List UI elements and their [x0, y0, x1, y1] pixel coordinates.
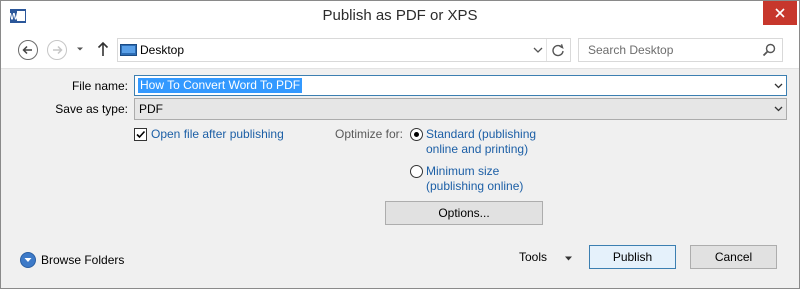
file-name-label: File name: [71, 79, 128, 93]
publish-button[interactable]: Publish [589, 245, 676, 269]
standard-radio-label[interactable]: Standard (publishing online and printing… [426, 127, 536, 157]
file-name-value: How To Convert Word To PDF [138, 78, 303, 93]
recent-locations-chevron-icon[interactable] [75, 44, 85, 54]
minimum-label-line1: Minimum size [426, 164, 500, 178]
save-type-label: Save as type: [55, 102, 128, 116]
search-placeholder: Search Desktop [588, 43, 674, 57]
tools-chevron-down-icon [565, 256, 572, 261]
forward-arrow-icon[interactable] [46, 39, 68, 61]
address-divider [546, 39, 547, 61]
search-box[interactable]: Search Desktop [578, 38, 783, 62]
save-type-value: PDF [139, 102, 163, 116]
cancel-button[interactable]: Cancel [690, 245, 777, 269]
search-icon[interactable] [762, 43, 776, 57]
up-arrow-icon[interactable] [95, 40, 111, 58]
browse-folders-label: Browse Folders [41, 253, 125, 267]
window-title: Publish as PDF or XPS [322, 7, 478, 24]
minimum-size-radio-label[interactable]: Minimum size (publishing online) [426, 164, 523, 194]
minimum-label-line2: (publishing online) [426, 179, 524, 193]
expand-chevron-icon [20, 252, 36, 268]
save-type-select[interactable]: PDF [134, 98, 787, 120]
navigation-bar: Desktop Search Desktop [1, 32, 799, 69]
publish-dialog: W Publish as PDF or XPS Desktop Search D… [0, 0, 800, 289]
file-name-chevron-down-icon[interactable] [774, 81, 783, 90]
close-button[interactable] [763, 1, 797, 25]
optimize-for-label: Optimize for: [335, 127, 404, 141]
close-icon [775, 8, 785, 18]
open-after-publishing-label[interactable]: Open file after publishing [151, 127, 284, 141]
minimum-size-radio[interactable] [410, 165, 423, 178]
standard-label-line1: Standard (publishing [426, 127, 537, 141]
back-arrow-icon[interactable] [17, 39, 39, 61]
checkmark-icon [136, 130, 146, 139]
standard-radio[interactable] [410, 128, 423, 141]
desktop-folder-icon [120, 44, 137, 56]
radio-selected-dot [414, 132, 419, 137]
current-location: Desktop [140, 43, 185, 57]
options-button[interactable]: Options... [385, 201, 543, 225]
address-chevron-down-icon[interactable] [528, 39, 548, 61]
open-after-publishing-checkbox[interactable] [134, 128, 147, 141]
standard-label-line2: online and printing) [426, 142, 529, 156]
title-bar: W Publish as PDF or XPS [1, 1, 799, 32]
refresh-icon[interactable] [549, 42, 567, 60]
tools-label: Tools [519, 250, 548, 264]
address-bar[interactable]: Desktop [117, 38, 571, 62]
save-type-chevron-down-icon [774, 106, 783, 112]
file-name-input[interactable]: How To Convert Word To PDF [134, 75, 787, 96]
